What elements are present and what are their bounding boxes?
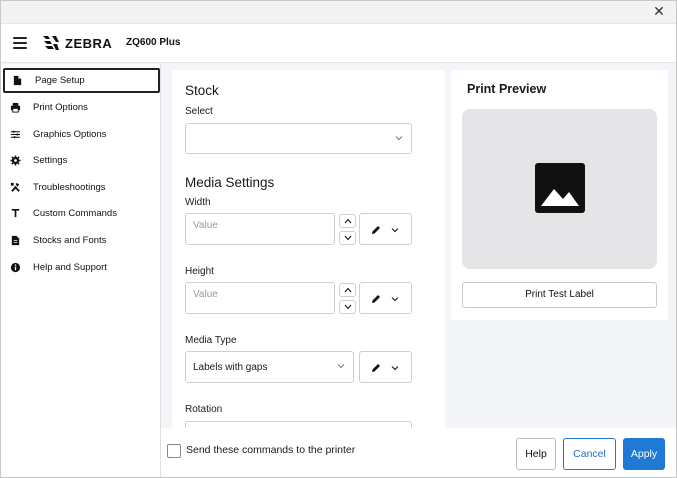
width-increment-button[interactable] bbox=[339, 214, 356, 228]
height-label: Height bbox=[185, 266, 214, 277]
preview-canvas bbox=[462, 109, 657, 269]
sidebar-item-label: Page Setup bbox=[35, 75, 85, 86]
file-icon bbox=[9, 235, 21, 247]
media-type-edit-dropdown[interactable] bbox=[359, 351, 412, 383]
sidebar-item-print-options[interactable]: Print Options bbox=[3, 95, 160, 120]
apply-button[interactable]: Apply bbox=[623, 438, 665, 470]
sidebar-item-label: Custom Commands bbox=[33, 208, 117, 219]
width-placeholder: Value bbox=[193, 220, 218, 231]
media-type-select[interactable]: Labels with gaps bbox=[185, 351, 354, 383]
media-type-label: Media Type bbox=[185, 335, 237, 346]
pencil-icon bbox=[372, 364, 380, 372]
text-t-icon bbox=[9, 208, 21, 220]
width-input[interactable]: Value bbox=[185, 213, 335, 245]
sliders-icon bbox=[9, 129, 21, 141]
send-commands-label: Send these commands to the printer bbox=[186, 444, 356, 456]
sidebar-item-page-setup[interactable]: Page Setup bbox=[3, 68, 160, 93]
send-commands-checkbox[interactable] bbox=[167, 444, 181, 458]
sidebar-item-label: Settings bbox=[33, 155, 68, 166]
sidebar-item-graphics-options[interactable]: Graphics Options bbox=[3, 122, 160, 147]
title-bar: ✕ bbox=[1, 1, 676, 23]
height-increment-button[interactable] bbox=[339, 283, 356, 297]
chevron-down-icon bbox=[391, 366, 399, 371]
sidebar-item-settings[interactable]: Settings bbox=[3, 148, 160, 173]
pencil-icon bbox=[372, 226, 380, 234]
app-header: ZEBRA ZQ600 Plus bbox=[1, 23, 676, 63]
width-stepper[interactable] bbox=[339, 214, 357, 246]
chevron-down-icon bbox=[337, 364, 345, 369]
width-edit-dropdown[interactable] bbox=[359, 213, 412, 245]
gear-icon bbox=[9, 155, 21, 167]
width-label: Width bbox=[185, 197, 211, 208]
tools-icon bbox=[9, 182, 21, 194]
sidebar: Page Setup Print Options Graphics Option… bbox=[1, 64, 161, 477]
chevron-up-icon bbox=[344, 287, 351, 293]
image-placeholder-icon bbox=[535, 163, 585, 213]
sidebar-item-help-and-support[interactable]: Help and Support bbox=[3, 255, 160, 280]
sidebar-item-troubleshootings[interactable]: Troubleshootings bbox=[3, 175, 160, 200]
logo-text: ZEBRA bbox=[65, 35, 113, 51]
stock-select-label: Select bbox=[185, 106, 213, 117]
sidebar-item-label: Print Options bbox=[33, 102, 88, 113]
chevron-down-icon bbox=[391, 228, 399, 233]
chevron-down-icon bbox=[391, 297, 399, 302]
zebra-logo: ZEBRA bbox=[41, 33, 112, 53]
print-preview-title: Print Preview bbox=[467, 82, 547, 96]
main-content: Stock Select Media Settings Width Value bbox=[161, 64, 676, 428]
chevron-up-icon bbox=[344, 218, 351, 224]
help-button[interactable]: Help bbox=[516, 438, 556, 470]
stock-select[interactable] bbox=[185, 123, 412, 154]
close-icon[interactable]: ✕ bbox=[652, 4, 666, 18]
footer-bar: Send these commands to the printer Help … bbox=[161, 428, 676, 477]
height-stepper[interactable] bbox=[339, 283, 357, 315]
cancel-button[interactable]: Cancel bbox=[563, 438, 616, 470]
height-placeholder: Value bbox=[193, 289, 218, 300]
media-type-value: Labels with gaps bbox=[193, 362, 268, 373]
chevron-down-icon bbox=[344, 235, 351, 241]
print-test-label-button[interactable]: Print Test Label bbox=[462, 282, 657, 308]
chevron-down-icon bbox=[344, 304, 351, 310]
hamburger-menu-icon[interactable] bbox=[13, 37, 27, 49]
document-icon bbox=[11, 75, 23, 87]
print-preview-panel: Print Preview Print Test Label bbox=[451, 70, 668, 320]
rotation-label: Rotation bbox=[185, 404, 223, 415]
chevron-down-icon bbox=[395, 136, 403, 141]
sidebar-item-label: Graphics Options bbox=[33, 129, 107, 140]
app-window: ✕ ZEBRA ZQ600 Plus Page Setup Print Opti… bbox=[0, 0, 677, 478]
width-decrement-button[interactable] bbox=[339, 231, 356, 245]
sidebar-item-label: Stocks and Fonts bbox=[33, 235, 107, 246]
pencil-icon bbox=[372, 295, 380, 303]
settings-form-panel[interactable]: Stock Select Media Settings Width Value bbox=[172, 70, 445, 428]
height-edit-dropdown[interactable] bbox=[359, 282, 412, 314]
media-settings-title: Media Settings bbox=[185, 175, 275, 190]
printer-icon bbox=[9, 102, 21, 114]
info-icon bbox=[9, 262, 21, 274]
zebra-head-icon bbox=[43, 36, 59, 50]
sidebar-item-custom-commands[interactable]: Custom Commands bbox=[3, 201, 160, 226]
stock-title: Stock bbox=[185, 83, 219, 98]
sidebar-item-label: Help and Support bbox=[33, 262, 107, 273]
height-decrement-button[interactable] bbox=[339, 300, 356, 314]
rotation-select[interactable] bbox=[185, 421, 412, 428]
sidebar-item-stocks-and-fonts[interactable]: Stocks and Fonts bbox=[3, 228, 160, 253]
height-input[interactable]: Value bbox=[185, 282, 335, 314]
sidebar-item-label: Troubleshootings bbox=[33, 182, 106, 193]
device-name: ZQ600 Plus bbox=[126, 37, 181, 48]
